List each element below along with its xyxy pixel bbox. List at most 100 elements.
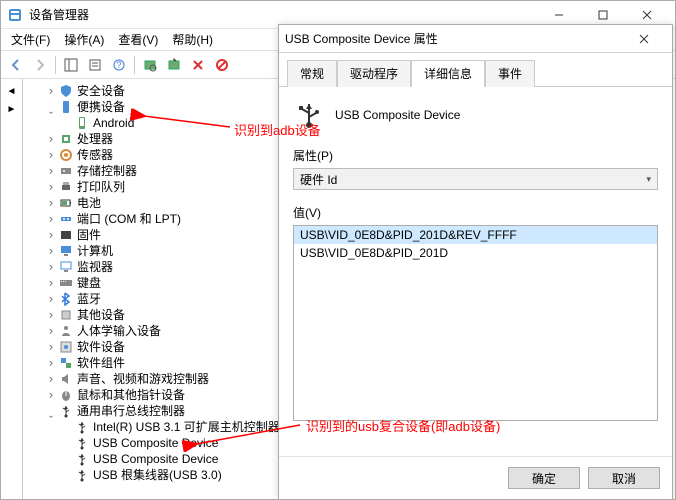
expand-icon[interactable]: › [45, 163, 57, 179]
expand-icon[interactable]: › [45, 355, 57, 371]
port-icon [58, 211, 74, 227]
tree-item-label: USB 根集线器(USB 3.0) [93, 467, 222, 483]
shield-icon [58, 83, 74, 99]
tree-item-label: 通用串行总线控制器 [77, 403, 185, 419]
keyboard-icon [58, 275, 74, 291]
tree-item-label: 软件设备 [77, 339, 125, 355]
expand-icon[interactable]: › [45, 83, 57, 99]
tree-item-label: 固件 [77, 227, 101, 243]
left-gutter: ◄ ► [1, 79, 23, 499]
tree-item-label: 便携设备 [77, 99, 125, 115]
usb-icon [74, 451, 90, 467]
expand-icon[interactable]: › [45, 291, 57, 307]
tab-general[interactable]: 常规 [287, 60, 337, 87]
expand-icon[interactable]: › [45, 339, 57, 355]
menu-file[interactable]: 文件(F) [7, 31, 54, 48]
tab-driver[interactable]: 驱动程序 [337, 60, 411, 87]
tree-item-label: 键盘 [77, 275, 101, 291]
phone-icon [74, 115, 90, 131]
tree-item-label: 存储控制器 [77, 163, 137, 179]
tree-item-label: 声音、视频和游戏控制器 [77, 371, 209, 387]
expand-icon[interactable]: › [45, 371, 57, 387]
usb-icon [74, 435, 90, 451]
uninstall-button[interactable] [187, 54, 209, 76]
expand-icon[interactable]: › [45, 387, 57, 403]
forward-button[interactable] [29, 54, 51, 76]
expand-icon[interactable]: › [45, 243, 57, 259]
tree-item-label: 端口 (COM 和 LPT) [77, 211, 181, 227]
expand-icon[interactable]: › [45, 323, 57, 339]
tree-item-label: 处理器 [77, 131, 113, 147]
menu-action[interactable]: 操作(A) [60, 31, 108, 48]
tree-item-label: 计算机 [77, 243, 113, 259]
bluetooth-icon [58, 291, 74, 307]
software-icon [58, 339, 74, 355]
cpu-icon [58, 131, 74, 147]
firmware-icon [58, 227, 74, 243]
value-listbox[interactable]: USB\VID_0E8D&PID_201D&REV_FFFF USB\VID_0… [293, 225, 658, 421]
ok-button[interactable]: 确定 [508, 467, 580, 489]
tree-item-label: 鼠标和其他指针设备 [77, 387, 185, 403]
tree-item-label: 人体学输入设备 [77, 323, 161, 339]
app-icon [7, 7, 23, 23]
hid-icon [58, 323, 74, 339]
disable-button[interactable] [211, 54, 233, 76]
collapse-icon[interactable]: ˬ [45, 403, 57, 419]
expand-icon[interactable]: › [45, 179, 57, 195]
properties-dialog: USB Composite Device 属性 常规 驱动程序 详细信息 事件 … [278, 24, 673, 500]
tree-item-label: 监视器 [77, 259, 113, 275]
dialog-title: USB Composite Device 属性 [285, 30, 622, 47]
usb-icon [293, 99, 325, 131]
expand-icon[interactable]: › [45, 275, 57, 291]
device-name: USB Composite Device [335, 108, 460, 122]
expand-icon[interactable]: › [45, 131, 57, 147]
list-item[interactable]: USB\VID_0E8D&PID_201D&REV_FFFF [294, 226, 657, 244]
cancel-button[interactable]: 取消 [588, 467, 660, 489]
tree-item-label: 打印队列 [77, 179, 125, 195]
property-label: 属性(P) [293, 147, 658, 164]
update-driver-button[interactable] [163, 54, 185, 76]
tree-item-label: USB Composite Device [93, 451, 218, 467]
help-button[interactable]: ? [108, 54, 130, 76]
usb-icon [58, 403, 74, 419]
back-button[interactable] [5, 54, 27, 76]
nav-back-icon[interactable]: ◄ [4, 83, 20, 99]
usb-icon [74, 467, 90, 483]
software-component-icon [58, 355, 74, 371]
tree-item-label: 传感器 [77, 147, 113, 163]
tree-item-label: 电池 [77, 195, 101, 211]
expand-icon[interactable]: › [45, 307, 57, 323]
printer-icon [58, 179, 74, 195]
menu-view[interactable]: 查看(V) [114, 31, 162, 48]
properties-button[interactable] [84, 54, 106, 76]
usb-icon [74, 419, 90, 435]
window-title: 设备管理器 [29, 6, 537, 23]
battery-icon [58, 195, 74, 211]
svg-text:?: ? [116, 60, 121, 70]
property-value: 硬件 Id [300, 171, 337, 188]
expand-icon[interactable]: › [45, 195, 57, 211]
tree-item-label: USB Composite Device [93, 435, 218, 451]
dialog-close-button[interactable] [622, 25, 666, 53]
scan-button[interactable] [139, 54, 161, 76]
storage-icon [58, 163, 74, 179]
tab-details[interactable]: 详细信息 [411, 60, 485, 87]
expand-icon[interactable]: › [45, 227, 57, 243]
chevron-down-icon: ▾ [646, 174, 651, 185]
tree-item-label: 安全设备 [77, 83, 125, 99]
expand-icon[interactable]: › [45, 211, 57, 227]
list-item[interactable]: USB\VID_0E8D&PID_201D [294, 244, 657, 262]
nav-fwd-icon[interactable]: ► [4, 101, 20, 117]
expand-icon[interactable]: › [45, 147, 57, 163]
other-icon [58, 307, 74, 323]
menu-help[interactable]: 帮助(H) [168, 31, 217, 48]
tree-item-label: 其他设备 [77, 307, 125, 323]
property-combo[interactable]: 硬件 Id ▾ [293, 168, 658, 190]
collapse-icon[interactable]: ˬ [45, 99, 57, 115]
mouse-icon [58, 387, 74, 403]
show-hide-tree-button[interactable] [60, 54, 82, 76]
tree-item-label: 软件组件 [77, 355, 125, 371]
tab-events[interactable]: 事件 [485, 60, 535, 87]
sensor-icon [58, 147, 74, 163]
expand-icon[interactable]: › [45, 259, 57, 275]
